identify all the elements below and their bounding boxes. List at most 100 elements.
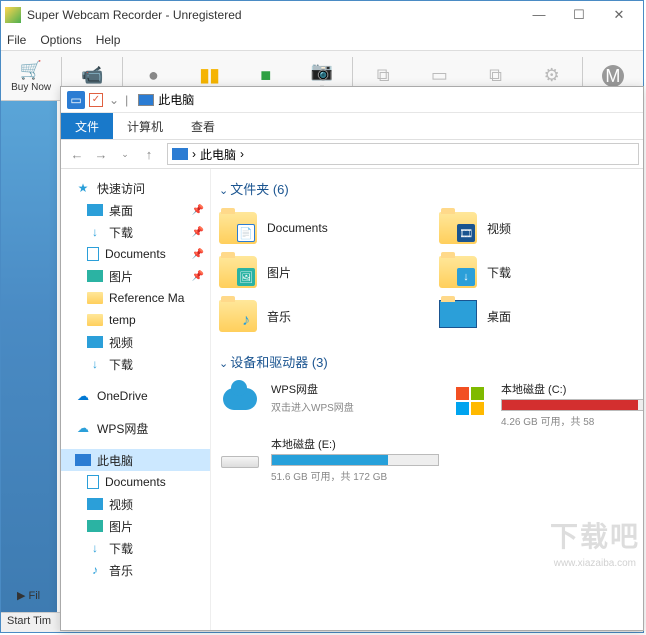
video-icon: [87, 498, 103, 510]
nav-item-reference[interactable]: Reference Ma: [61, 287, 210, 309]
explorer-window: ▭ ✓ ⌄ | 此电脑 文件 计算机 查看 ← → ⌄ ↑ › 此电脑 › ★快…: [60, 86, 644, 631]
pin-icon: 📌: [192, 271, 204, 282]
app-left-panel: [1, 101, 57, 632]
tab-computer[interactable]: 计算机: [113, 113, 177, 139]
webcam-icon: 📹: [80, 64, 104, 88]
status-start-time: Start Tim: [7, 615, 51, 627]
nav-item-videos[interactable]: 视频: [61, 331, 210, 353]
nav-bar: ← → ⌄ ↑ › 此电脑 ›: [61, 139, 643, 169]
folder-icon: 🎞: [439, 212, 477, 244]
forward-button[interactable]: →: [89, 142, 113, 166]
usage-bar: [271, 454, 439, 466]
folder-documents[interactable]: 📄Documents: [219, 208, 419, 248]
content-pane: ⌄文件夹 (6) 📄Documents 🎞视频 🖼图片 ↓下载 ♪音乐 桌面 ⌄…: [211, 169, 643, 630]
music-icon: ♪: [87, 563, 103, 577]
nav-item-documents[interactable]: Documents📌: [61, 243, 210, 265]
qat-dropdown-icon[interactable]: ⌄: [109, 93, 119, 107]
nav-pc-music[interactable]: ♪音乐: [61, 559, 210, 581]
menu-file[interactable]: File: [7, 33, 26, 47]
nav-item-pictures[interactable]: 图片📌: [61, 265, 210, 287]
nav-item-downloads2[interactable]: ↓下载: [61, 353, 210, 375]
up-button[interactable]: ↑: [137, 142, 161, 166]
picture-icon: 🖼: [237, 268, 255, 286]
address-bar[interactable]: › 此电脑 ›: [167, 143, 639, 165]
nav-item-downloads[interactable]: ↓下载📌: [61, 221, 210, 243]
wps-icon: ☁: [75, 421, 91, 435]
download-icon: ↓: [87, 357, 103, 371]
windows-drive-icon: [449, 381, 491, 417]
folder-icon: ♪: [219, 300, 257, 332]
folder-pictures[interactable]: 🖼图片: [219, 252, 419, 292]
nav-pc-videos[interactable]: 视频: [61, 493, 210, 515]
folder-grid: 📄Documents 🎞视频 🖼图片 ↓下载 ♪音乐 桌面: [219, 208, 635, 336]
buy-now-button[interactable]: 🛒 Buy Now: [5, 52, 57, 100]
folder-videos[interactable]: 🎞视频: [439, 208, 619, 248]
nav-thispc[interactable]: 此电脑: [61, 449, 210, 471]
explorer-body: ★快速访问 桌面📌 ↓下载📌 Documents📌 图片📌 Reference …: [61, 169, 643, 630]
drive-c[interactable]: 本地磁盘 (C:) 4.26 GB 可用，共 58: [449, 381, 643, 428]
drive-wps[interactable]: WPS网盘 双击进入WPS网盘: [219, 381, 439, 428]
group-drives-header[interactable]: ⌄设备和驱动器 (3): [219, 352, 635, 371]
thispc-icon: [138, 94, 154, 106]
chevron-down-icon: ⌄: [219, 358, 228, 370]
pin-icon: 📌: [192, 249, 204, 260]
layers-icon: ⧉: [484, 64, 508, 88]
thispc-icon: [75, 454, 91, 466]
thispc-icon: [172, 148, 188, 160]
drive-grid: WPS网盘 双击进入WPS网盘 本地磁盘 (C:) 4.26 GB 可用，共 5…: [219, 381, 635, 483]
document-icon: [87, 475, 99, 489]
tab-view[interactable]: 查看: [177, 113, 229, 139]
ribbon-tabs: 文件 计算机 查看: [61, 113, 643, 139]
folder-icon: ↓: [439, 256, 477, 288]
nav-quick-access[interactable]: ★快速访问: [61, 177, 210, 199]
folder-downloads[interactable]: ↓下载: [439, 252, 619, 292]
app-titlebar: Super Webcam Recorder - Unregistered — ☐…: [1, 1, 643, 29]
folder-icon: [87, 292, 103, 304]
maximize-button[interactable]: ☐: [559, 1, 599, 29]
picture-icon: [87, 520, 103, 532]
star-icon: ★: [75, 181, 91, 195]
film-icon: 🎞: [457, 224, 475, 242]
download-icon: ↓: [87, 225, 103, 239]
camera-icon: 📷: [310, 59, 334, 83]
disk-icon: [219, 436, 261, 472]
document-icon: [87, 247, 99, 261]
copy-icon: ⧉: [371, 64, 395, 88]
group-folders-header[interactable]: ⌄文件夹 (6): [219, 179, 635, 198]
drive-e[interactable]: 本地磁盘 (E:) 51.6 GB 可用，共 172 GB: [219, 436, 439, 483]
close-button[interactable]: ✕: [599, 1, 639, 29]
nav-item-temp[interactable]: temp: [61, 309, 210, 331]
nav-pane: ★快速访问 桌面📌 ↓下载📌 Documents📌 图片📌 Reference …: [61, 169, 211, 630]
music-icon: ♪: [237, 312, 255, 330]
explorer-titlebar: ▭ ✓ ⌄ | 此电脑: [61, 87, 643, 113]
qat-checkbox-icon[interactable]: ✓: [89, 93, 103, 107]
desktop-icon: [87, 204, 103, 216]
onedrive-icon: ☁: [75, 389, 91, 403]
menubar: File Options Help: [1, 29, 643, 51]
folder-desktop[interactable]: 桌面: [439, 296, 619, 336]
nav-pc-downloads[interactable]: ↓下载: [61, 537, 210, 559]
folder-music[interactable]: ♪音乐: [219, 296, 419, 336]
nav-pc-documents[interactable]: Documents: [61, 471, 210, 493]
nav-pc-pictures[interactable]: 图片: [61, 515, 210, 537]
folder-icon: [87, 314, 103, 326]
nav-item-desktop[interactable]: 桌面📌: [61, 199, 210, 221]
minimize-button[interactable]: —: [519, 1, 559, 29]
history-button[interactable]: ⌄: [113, 142, 137, 166]
pause-icon: ▮▮: [198, 64, 222, 88]
document-icon: 📄: [237, 224, 255, 242]
pin-icon: 📌: [192, 205, 204, 216]
back-button[interactable]: ←: [65, 142, 89, 166]
menu-help[interactable]: Help: [96, 33, 121, 47]
menu-options[interactable]: Options: [40, 33, 81, 47]
video-icon: [87, 336, 103, 348]
nav-wps[interactable]: ☁WPS网盘: [61, 417, 210, 439]
tab-file[interactable]: 文件: [61, 113, 113, 139]
stop-icon: ■: [254, 64, 278, 88]
nav-onedrive[interactable]: ☁OneDrive: [61, 385, 210, 407]
desktop-icon: [439, 300, 477, 328]
cart-icon: 🛒: [19, 58, 43, 82]
record-icon: ●: [141, 64, 165, 88]
address-segment[interactable]: 此电脑: [200, 146, 236, 163]
qat-properties-icon[interactable]: ▭: [67, 91, 85, 109]
